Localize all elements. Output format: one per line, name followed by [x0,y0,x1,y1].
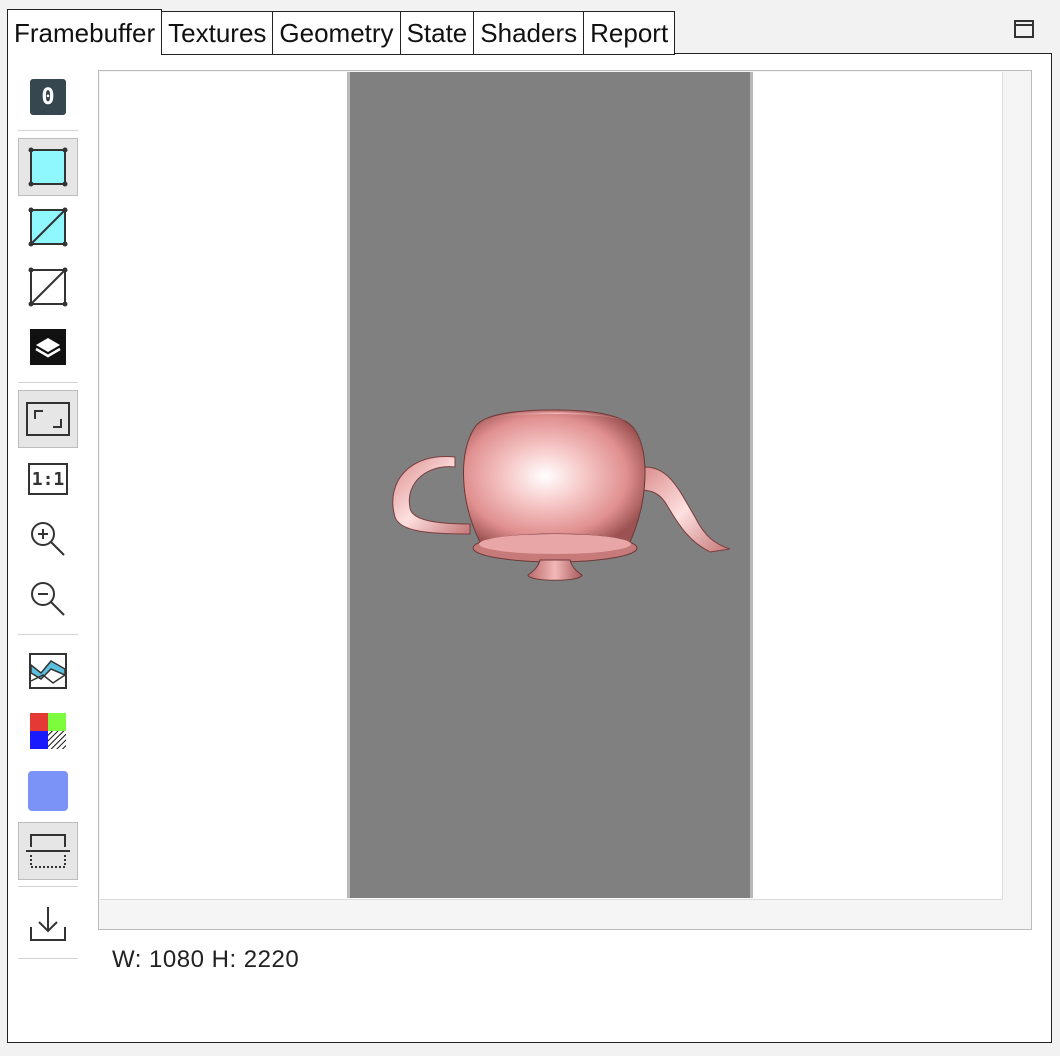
background-color-icon [28,771,68,811]
framebuffer-image[interactable] [347,72,753,898]
framebuffer-viewport[interactable] [98,70,1032,930]
tab-bar: Framebuffer Textures Geometry State Shad… [7,9,676,55]
solid-wireframe-icon [28,207,68,247]
save-icon [30,907,66,941]
solid-mode-button[interactable] [18,138,78,196]
layers-icon [30,329,66,365]
actual-size-icon: 1:1 [28,463,68,495]
tab-geometry[interactable]: Geometry [273,11,401,55]
color-channels-icon [30,713,66,749]
maximize-icon[interactable] [1014,20,1034,38]
tab-shaders[interactable]: Shaders [474,11,585,55]
save-button[interactable] [18,894,78,952]
attachment-0-button[interactable]: 0 [18,68,78,126]
framebuffer-dimensions: W: 1080 H: 2220 [112,946,300,973]
solid-quad-icon [28,147,68,187]
tab-report[interactable]: Report [584,11,676,55]
background-color-button[interactable] [18,762,78,820]
zoom-out-button[interactable] [18,570,78,628]
flip-y-icon [26,834,70,868]
color-channels-button[interactable] [18,702,78,760]
tab-textures[interactable]: Textures [162,11,274,55]
fit-to-window-button[interactable] [18,390,78,448]
overlay-button[interactable] [18,318,78,376]
zoom-out-icon [31,582,65,616]
canvas-area[interactable] [100,72,1003,900]
tab-state[interactable]: State [400,11,475,55]
vertical-scrollbar[interactable] [1003,72,1031,899]
tab-framebuffer[interactable]: Framebuffer [7,9,163,55]
flip-y-button[interactable] [18,822,78,880]
attachment-0-icon: 0 [30,79,66,115]
image-adjust-button[interactable] [18,642,78,700]
teapot-render [392,409,731,581]
zoom-in-icon [31,522,65,556]
solid-wireframe-button[interactable] [18,198,78,256]
histogram-image-icon [29,653,67,689]
wireframe-icon [28,267,68,307]
horizontal-scrollbar[interactable] [100,900,1030,928]
fit-to-window-icon [26,402,70,436]
zoom-in-button[interactable] [18,510,78,568]
wireframe-button[interactable] [18,258,78,316]
actual-size-button[interactable]: 1:1 [18,450,78,508]
